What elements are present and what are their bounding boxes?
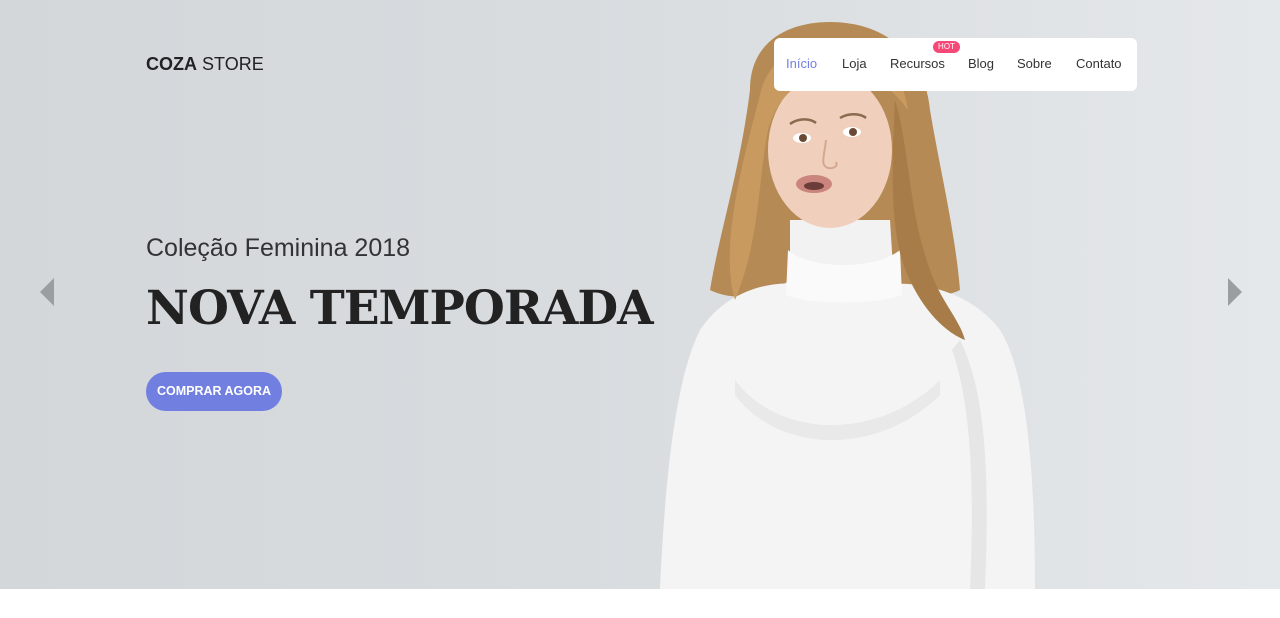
brand-logo[interactable]: COZA STORE (146, 54, 264, 75)
shop-now-button[interactable]: COMPRAR AGORA (146, 372, 282, 411)
hero-slider: COZA STORE Início Loja Recursos HOT Blog… (0, 0, 1280, 589)
hot-badge: HOT (933, 41, 960, 53)
brand-name-light: STORE (202, 54, 264, 74)
hero-headline: NOVA TEMPORADA (146, 281, 654, 336)
hero-subtitle: Coleção Feminina 2018 (146, 234, 411, 262)
nav-item-contato[interactable]: Contato (1076, 56, 1122, 71)
nav-item-sobre[interactable]: Sobre (1017, 56, 1052, 71)
page-content-area (0, 589, 1280, 618)
brand-name-bold: COZA (146, 54, 197, 74)
nav-item-loja[interactable]: Loja (842, 56, 867, 71)
nav-item-blog[interactable]: Blog (968, 56, 994, 71)
triangle-right-icon[interactable] (1227, 278, 1243, 306)
nav-item-recursos[interactable]: Recursos (890, 56, 945, 71)
main-nav: Início Loja Recursos HOT Blog Sobre Cont… (774, 38, 1137, 91)
nav-item-inicio[interactable]: Início (786, 56, 817, 71)
triangle-left-icon[interactable] (39, 278, 55, 306)
